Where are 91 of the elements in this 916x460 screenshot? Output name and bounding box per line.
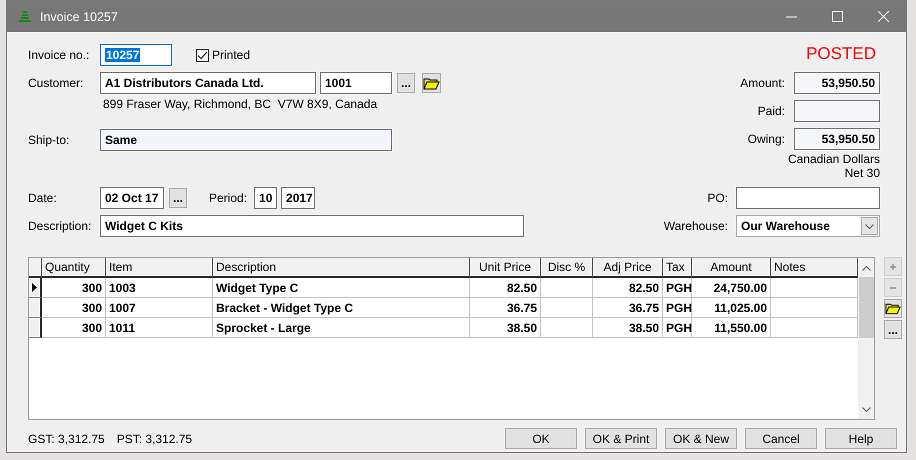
table-cell bbox=[541, 278, 593, 298]
chevron-down-icon bbox=[862, 407, 870, 412]
table-cell: 82.50 bbox=[470, 278, 541, 298]
chevron-up-icon bbox=[862, 266, 870, 271]
column-header[interactable]: Amount bbox=[692, 258, 771, 278]
table-cell bbox=[541, 318, 593, 338]
field-label: Amount: bbox=[740, 76, 785, 90]
field-label: Description: bbox=[28, 219, 92, 233]
customer-address: 899 Fraser Way, Richmond, BC V7W 8X9, Canada bbox=[103, 97, 378, 111]
dialog-button[interactable]: Help bbox=[825, 428, 897, 449]
dialog-button[interactable]: OK & New bbox=[665, 428, 737, 449]
table-cell: Bracket - Widget Type C bbox=[213, 298, 470, 318]
date-field[interactable]: 02 Oct 17 bbox=[100, 187, 164, 209]
field-label: Owing: bbox=[748, 132, 785, 146]
table-cell: 38.50 bbox=[470, 318, 541, 338]
column-header[interactable]: Quantity bbox=[42, 258, 106, 278]
input-field[interactable]: 10 bbox=[254, 187, 278, 209]
dialog-button[interactable]: OK bbox=[505, 428, 577, 449]
table-cell: 36.75 bbox=[470, 298, 541, 318]
tax-total: GST: 3,312.75 bbox=[28, 432, 105, 446]
table-cell: PGH bbox=[663, 318, 692, 338]
browse-button[interactable]: ... bbox=[169, 188, 187, 208]
input-field[interactable]: 2017 bbox=[281, 187, 316, 209]
input-field[interactable]: Widget C Kits bbox=[100, 215, 524, 237]
column-header[interactable]: Description bbox=[213, 258, 470, 278]
warehouse-dropdown[interactable]: Our Warehouse bbox=[736, 215, 880, 237]
input-field[interactable]: 1001 bbox=[320, 72, 392, 94]
field-label: Period: bbox=[209, 191, 248, 205]
app-icon bbox=[18, 10, 32, 24]
table-cell: 11,550.00 bbox=[692, 318, 771, 338]
dialog-button[interactable]: OK & Print bbox=[585, 428, 657, 449]
input-field[interactable] bbox=[736, 187, 880, 209]
row-pointer-icon bbox=[32, 283, 37, 292]
header-cell bbox=[29, 258, 42, 278]
table-cell: 300 bbox=[42, 318, 106, 338]
terms-label: Net 30 bbox=[844, 166, 880, 180]
column-header[interactable]: Disc % bbox=[541, 258, 593, 278]
field-label: Invoice no.: bbox=[28, 48, 90, 62]
checkbox[interactable] bbox=[196, 48, 209, 62]
table-cell: 24,750.00 bbox=[692, 278, 771, 298]
table-cell: 1003 bbox=[106, 278, 213, 298]
table-cell: Sprocket - Large bbox=[213, 318, 470, 338]
scrollbar[interactable] bbox=[858, 258, 874, 419]
checkbox-label: Printed bbox=[212, 48, 250, 62]
tax-total: PST: 3,312.75 bbox=[116, 432, 192, 446]
column-header[interactable]: Adj Price bbox=[593, 258, 663, 278]
table-cell bbox=[541, 298, 593, 318]
input-field[interactable]: 10257 bbox=[100, 44, 172, 66]
table-cell: 11,025.00 bbox=[692, 298, 771, 318]
table-cell: PGH bbox=[663, 278, 692, 298]
field-label: Warehouse: bbox=[664, 219, 728, 233]
field-label: Date: bbox=[28, 191, 58, 205]
row-indicator[interactable] bbox=[29, 298, 42, 318]
dialog-button[interactable]: Cancel bbox=[745, 428, 817, 449]
folder-icon bbox=[423, 76, 440, 90]
input-field[interactable]: A1 Distributors Canada Ltd. bbox=[100, 72, 316, 94]
column-header[interactable]: Notes bbox=[771, 258, 858, 278]
minimize-icon bbox=[786, 16, 796, 18]
row-indicator[interactable] bbox=[29, 278, 42, 298]
field-label: PO: bbox=[707, 191, 728, 205]
table-cell: 1011 bbox=[106, 318, 213, 338]
field-label: Ship-to: bbox=[28, 133, 70, 147]
close-icon bbox=[878, 11, 888, 22]
side-button[interactable]: ... bbox=[884, 320, 902, 339]
input-field[interactable]: Same bbox=[100, 129, 392, 151]
chevron-down-icon bbox=[865, 224, 874, 228]
currency-label: Canadian Dollars bbox=[788, 152, 880, 166]
folder-button[interactable] bbox=[884, 299, 902, 318]
browse-button[interactable]: ... bbox=[397, 73, 415, 93]
table-cell: Widget Type C bbox=[213, 278, 470, 298]
column-header[interactable]: Tax bbox=[663, 258, 692, 278]
table-cell: 38.50 bbox=[593, 318, 663, 338]
table-cell: 82.50 bbox=[593, 278, 663, 298]
status-label: POSTED bbox=[806, 44, 876, 65]
table-cell: PGH bbox=[663, 298, 692, 318]
table-cell: 36.75 bbox=[593, 298, 663, 318]
folder-icon bbox=[885, 302, 901, 315]
maximize-icon bbox=[832, 11, 842, 22]
row-indicator[interactable] bbox=[29, 318, 42, 338]
field-label: Customer: bbox=[28, 76, 84, 90]
input-field[interactable] bbox=[794, 100, 880, 122]
window-title: Invoice 10257 bbox=[40, 10, 119, 24]
table-cell: 1007 bbox=[106, 298, 213, 318]
table-cell: 300 bbox=[42, 298, 106, 318]
column-header[interactable]: Unit Price bbox=[470, 258, 541, 278]
folder-button[interactable] bbox=[422, 73, 441, 93]
field-label: Paid: bbox=[758, 104, 785, 118]
table-cell: 300 bbox=[42, 278, 106, 298]
input-field[interactable]: 53,950.50 bbox=[794, 72, 880, 94]
column-header[interactable]: Item bbox=[106, 258, 213, 278]
input-field[interactable]: 53,950.50 bbox=[794, 128, 880, 150]
